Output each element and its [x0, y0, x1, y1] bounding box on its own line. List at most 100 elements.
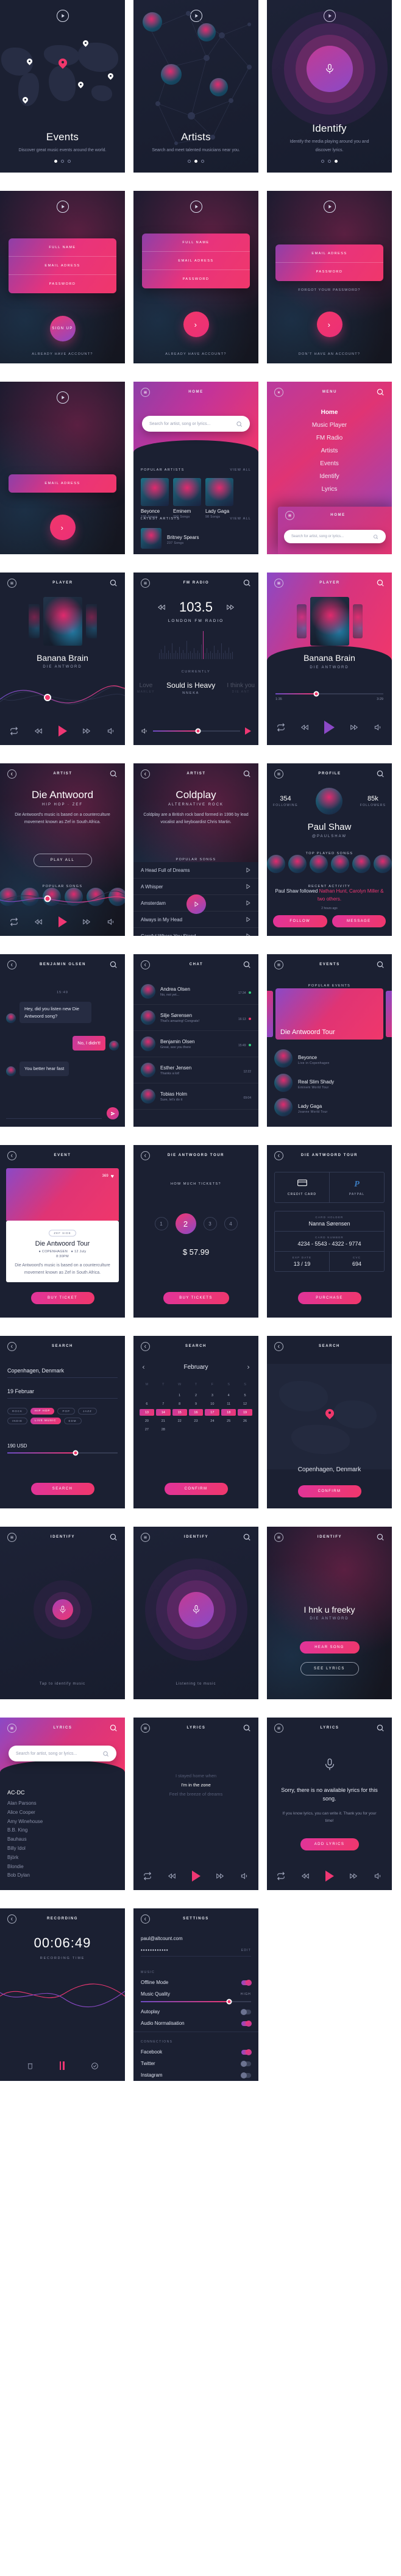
- toggle-switch[interactable]: [241, 2072, 251, 2078]
- map-pin[interactable]: [77, 80, 85, 89]
- signup-button[interactable]: SIGN UP: [49, 316, 76, 341]
- album-carousel[interactable]: [0, 597, 125, 646]
- screen-artist-die-antwoord[interactable]: ARTIST Die Antwoord HIP HOP · ZEF Die An…: [0, 763, 125, 936]
- screen-lyrics-view[interactable]: LYRICS I stayed home when I'm in the zon…: [133, 1718, 258, 1890]
- avatar[interactable]: [6, 1066, 16, 1076]
- search-icon[interactable]: [109, 960, 118, 969]
- play-icon[interactable]: [245, 867, 251, 873]
- day-cell-selected[interactable]: 19: [238, 1409, 252, 1416]
- menu-item-events[interactable]: Events: [267, 457, 392, 470]
- message-button[interactable]: MESSAGE: [332, 915, 386, 927]
- date-field[interactable]: 19 Februar: [7, 1388, 118, 1399]
- map-pin[interactable]: [82, 39, 90, 48]
- play-icon[interactable]: [245, 900, 251, 906]
- next-track[interactable]: I think you DIE ANT: [227, 682, 255, 694]
- dot-2[interactable]: [328, 160, 331, 163]
- result-item[interactable]: Amy Winehouse: [7, 1818, 118, 1827]
- event-list-item[interactable]: Beyonce Live in Copenhagen: [274, 1049, 385, 1068]
- quantity-option-4[interactable]: 4: [224, 1217, 238, 1230]
- result-item[interactable]: Alan Parsons: [7, 1799, 118, 1808]
- already-have-account-link[interactable]: ALREADY HAVE ACCOUNT?: [0, 352, 125, 356]
- tuner-scale[interactable]: [138, 631, 254, 659]
- album-cover-next[interactable]: [352, 604, 363, 638]
- screen-profile[interactable]: PROFILE 354 FOLLOWING 85k FOLLOWERS Paul…: [267, 763, 392, 936]
- chat-list-item[interactable]: Esther Jensen Thanks a lot! 12:22: [133, 1057, 258, 1083]
- screen-identify-result[interactable]: IDENTIFY I hnk u freeky DIE ANTWORD HEAR…: [267, 1527, 392, 1699]
- day-cell[interactable]: [140, 1392, 154, 1399]
- back-icon[interactable]: [7, 1914, 16, 1924]
- back-icon[interactable]: [141, 769, 150, 779]
- heart-icon[interactable]: ♥: [111, 1173, 114, 1179]
- search-icon[interactable]: [376, 769, 385, 778]
- play-fab[interactable]: [186, 894, 206, 914]
- menu-icon[interactable]: [7, 578, 16, 588]
- play-icon[interactable]: [245, 916, 251, 922]
- pagination-dots[interactable]: [267, 160, 392, 163]
- chevron-left-icon[interactable]: [141, 1365, 146, 1370]
- station-carousel[interactable]: Love MARLEY Sould is Heavy NNEKA I think…: [133, 681, 258, 695]
- previous-icon[interactable]: [157, 603, 166, 612]
- screen-onboarding-artists[interactable]: Artists Search and meet talented musicia…: [133, 0, 258, 173]
- menu-icon[interactable]: [7, 1532, 16, 1542]
- day-cell[interactable]: 2: [189, 1392, 204, 1399]
- menu-item-artists[interactable]: Artists: [267, 444, 392, 457]
- playback-controls[interactable]: [267, 721, 392, 734]
- map-pin[interactable]: [26, 57, 34, 66]
- card-holder-field[interactable]: CARD HOLDER Nanna Sørensen: [275, 1211, 384, 1232]
- menu-icon[interactable]: [7, 1723, 16, 1733]
- screen-event-detail[interactable]: EVENT 369 ♥ ZEF SIDE Die Antwoord Tour ●…: [0, 1145, 125, 1318]
- day-cell[interactable]: 12: [238, 1400, 252, 1407]
- view-all-link[interactable]: VIEW ALL: [230, 468, 251, 472]
- payment-method-paypal[interactable]: P PAYPAL: [330, 1172, 384, 1202]
- month-selector[interactable]: February: [141, 1364, 251, 1371]
- screen-player-alt[interactable]: PLAYER Banana Brain DIE ANTWORD 1:35 3:2…: [267, 573, 392, 745]
- repeat-icon[interactable]: [10, 727, 18, 735]
- dot-2[interactable]: [194, 160, 197, 163]
- repeat-icon[interactable]: [143, 1872, 152, 1880]
- day-cell[interactable]: 26: [238, 1418, 252, 1424]
- avatar[interactable]: [315, 788, 342, 815]
- repeat-icon[interactable]: [277, 1872, 285, 1880]
- latest-artist-row[interactable]: Britney Spears 237 Songs: [141, 528, 251, 549]
- search-icon[interactable]: [376, 1533, 385, 1541]
- search-button[interactable]: SEARCH: [30, 1483, 94, 1495]
- no-account-link[interactable]: DON'T HAVE AN ACCOUNT?: [267, 352, 392, 356]
- card-number-field[interactable]: CARD NUMBER 4234 - 5543 - 4322 - 9774: [275, 1232, 384, 1252]
- confirm-icon[interactable]: [91, 2062, 99, 2070]
- day-cell[interactable]: 11: [221, 1400, 236, 1407]
- screen-signup[interactable]: FULL NAME EMAIL ADRESS PASSWORD SIGN UP …: [0, 191, 125, 363]
- email-row[interactable]: paul@altcount.com: [141, 1933, 251, 1944]
- setting-twitter[interactable]: Twitter: [133, 2058, 258, 2069]
- map-pin-active[interactable]: [324, 1407, 336, 1420]
- search-icon[interactable]: [376, 1724, 385, 1732]
- screen-signup-alt[interactable]: FULL NAME EMAIL ADRESS PASSWORD › ALREAD…: [133, 191, 258, 363]
- forgot-password-link[interactable]: FORGOT YOUR PASSWORD?: [267, 288, 392, 292]
- day-cell[interactable]: 25: [221, 1418, 236, 1424]
- repeat-icon[interactable]: [10, 918, 18, 926]
- next-icon[interactable]: [350, 723, 358, 732]
- buy-ticket-button[interactable]: BUY TICKET: [30, 1292, 94, 1304]
- album-cover-next[interactable]: [85, 604, 97, 638]
- day-cell-selected[interactable]: 14: [155, 1409, 171, 1416]
- genre-chip-edm[interactable]: EDM: [63, 1418, 82, 1424]
- day-cell[interactable]: [221, 1426, 236, 1433]
- frequency-tuner[interactable]: 103.5: [133, 599, 258, 615]
- day-cell-selected[interactable]: 16: [188, 1409, 204, 1416]
- account-section[interactable]: paul@altcount.com •••••••••••• EDIT: [141, 1933, 251, 1957]
- results-list[interactable]: AC-DC Alan Parsons Alice Cooper Amy Wine…: [7, 1789, 118, 1880]
- payment-method-selector[interactable]: CREDIT CARD P PAYPAL: [274, 1172, 385, 1203]
- fullname-field[interactable]: FULL NAME: [9, 238, 116, 257]
- album-cover-current[interactable]: [310, 597, 349, 646]
- confirm-button[interactable]: CONFIRM: [164, 1483, 228, 1495]
- chat-list-item[interactable]: Silje Sørensen That's amazing! Congrats! …: [133, 1005, 258, 1031]
- search-icon[interactable]: [109, 1533, 118, 1541]
- menu-icon[interactable]: [274, 1532, 283, 1542]
- next-icon[interactable]: [82, 727, 91, 735]
- menu-icon[interactable]: [274, 769, 283, 779]
- day-cell[interactable]: 7: [156, 1400, 171, 1407]
- result-items[interactable]: Alan Parsons Alice Cooper Amy Winehouse …: [7, 1799, 118, 1880]
- quantity-stepper[interactable]: 1 2 3 4: [133, 1213, 258, 1234]
- song-cover[interactable]: [331, 855, 349, 873]
- like-counter[interactable]: 369 ♥: [102, 1173, 114, 1179]
- song-cover[interactable]: [267, 855, 285, 873]
